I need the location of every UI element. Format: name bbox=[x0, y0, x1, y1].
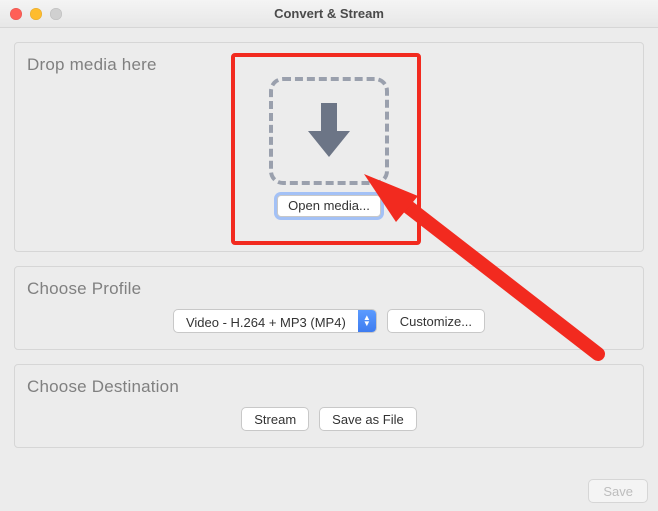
save-button: Save bbox=[588, 479, 648, 503]
minimize-icon[interactable] bbox=[30, 8, 42, 20]
updown-arrows-icon[interactable]: ▲▼ bbox=[358, 310, 376, 332]
section-drop-media[interactable]: Drop media here Open media... bbox=[14, 42, 644, 252]
window-title: Convert & Stream bbox=[0, 6, 658, 21]
drop-media-title: Drop media here bbox=[27, 55, 631, 75]
download-arrow-icon bbox=[304, 99, 354, 163]
section-choose-profile: Choose Profile Video - H.264 + MP3 (MP4)… bbox=[14, 266, 644, 350]
customize-button[interactable]: Customize... bbox=[387, 309, 485, 333]
choose-profile-title: Choose Profile bbox=[27, 279, 631, 299]
open-media-button[interactable]: Open media... bbox=[277, 195, 381, 217]
profile-select-value: Video - H.264 + MP3 (MP4) bbox=[174, 310, 358, 332]
window-controls bbox=[0, 8, 62, 20]
drop-target[interactable] bbox=[269, 77, 389, 185]
content: Drop media here Open media... Choose Pro… bbox=[0, 28, 658, 448]
close-icon[interactable] bbox=[10, 8, 22, 20]
profile-select[interactable]: Video - H.264 + MP3 (MP4) ▲▼ bbox=[173, 309, 377, 333]
footer: Save bbox=[588, 479, 648, 503]
titlebar: Convert & Stream bbox=[0, 0, 658, 28]
save-as-file-button[interactable]: Save as File bbox=[319, 407, 417, 431]
drop-area[interactable]: Open media... bbox=[27, 77, 631, 217]
choose-destination-title: Choose Destination bbox=[27, 377, 631, 397]
section-choose-destination: Choose Destination Stream Save as File bbox=[14, 364, 644, 448]
stream-button[interactable]: Stream bbox=[241, 407, 309, 431]
zoom-icon bbox=[50, 8, 62, 20]
